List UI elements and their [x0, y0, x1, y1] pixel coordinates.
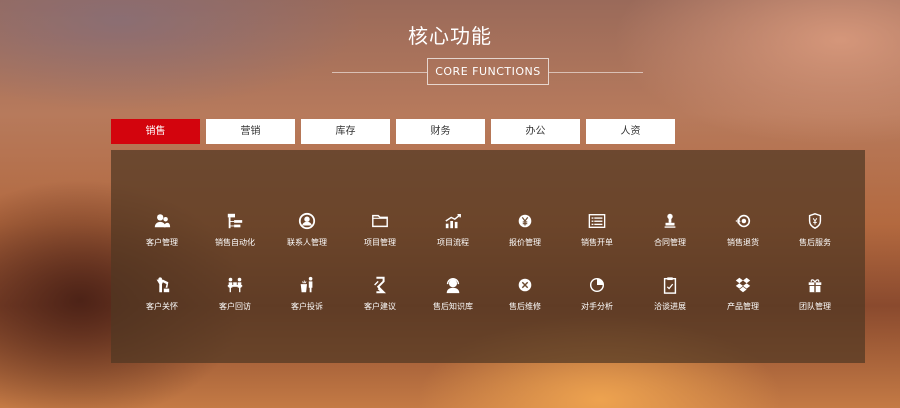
form-list-icon [560, 210, 634, 232]
care-icon [125, 274, 199, 296]
feature-sales-automation[interactable]: 销售自动化 [198, 210, 272, 258]
complaint-icon [270, 274, 344, 296]
tab-sales[interactable]: 销售 [111, 119, 200, 144]
tab-hr[interactable]: 人资 [586, 119, 675, 144]
gift-icon [778, 274, 852, 296]
feature-customer-complaint[interactable]: 客户投诉 [270, 274, 344, 322]
feature-label: 报价管理 [509, 238, 541, 247]
feature-sales-order[interactable]: 销售开单 [560, 210, 634, 258]
feature-label: 洽谈进展 [654, 302, 686, 311]
feature-project-flow[interactable]: 项目流程 [416, 210, 490, 258]
feature-sales-return[interactable]: 销售退货 [706, 210, 780, 258]
feature-label: 销售开单 [581, 238, 613, 247]
pie-chart-icon [560, 274, 634, 296]
feature-label: 对手分析 [581, 302, 613, 311]
stamp-icon [633, 210, 707, 232]
tools-icon [488, 274, 562, 296]
yen-icon [488, 210, 562, 232]
subtitle-box: CORE FUNCTIONS [427, 58, 549, 85]
feature-label: 售后知识库 [433, 302, 473, 311]
feature-label: 销售退货 [727, 238, 759, 247]
feature-customer-care[interactable]: 客户关怀 [125, 274, 199, 322]
feature-panel: 客户管理 销售自动化 联系人管理 项目管理 项目流程 报价管理 销售开单 合同管… [111, 150, 865, 363]
suggestion-icon [343, 274, 417, 296]
feature-customer-suggestion[interactable]: 客户建议 [343, 274, 417, 322]
subtitle-line-left [332, 72, 427, 73]
feature-label: 项目管理 [364, 238, 396, 247]
feature-label: 客户回访 [219, 302, 251, 311]
contact-icon [270, 210, 344, 232]
feature-label: 客户投诉 [291, 302, 323, 311]
feature-knowledge-base[interactable]: 售后知识库 [416, 274, 490, 322]
feature-product-management[interactable]: 产品管理 [706, 274, 780, 322]
visit-icon [198, 274, 272, 296]
feature-label: 联系人管理 [287, 238, 327, 247]
feature-competitor-analysis[interactable]: 对手分析 [560, 274, 634, 322]
feature-after-sales-repair[interactable]: 售后维修 [488, 274, 562, 322]
folder-icon [343, 210, 417, 232]
users-icon [125, 210, 199, 232]
feature-team-management[interactable]: 团队管理 [778, 274, 852, 322]
org-chart-icon [198, 210, 272, 232]
feature-quote-management[interactable]: 报价管理 [488, 210, 562, 258]
growth-chart-icon [416, 210, 490, 232]
feature-label: 客户关怀 [146, 302, 178, 311]
feature-customer-visit[interactable]: 客户回访 [198, 274, 272, 322]
feature-customer-management[interactable]: 客户管理 [125, 210, 199, 258]
dropbox-icon [706, 274, 780, 296]
feature-label: 客户管理 [146, 238, 178, 247]
feature-label: 客户建议 [364, 302, 396, 311]
feature-after-sales-service[interactable]: 售后服务 [778, 210, 852, 258]
support-agent-icon [416, 274, 490, 296]
tab-office[interactable]: 办公 [491, 119, 580, 144]
tab-marketing[interactable]: 营销 [206, 119, 295, 144]
shield-icon [778, 210, 852, 232]
clipboard-icon [633, 274, 707, 296]
subtitle-line-right [549, 72, 643, 73]
tab-inventory[interactable]: 库存 [301, 119, 390, 144]
tab-finance[interactable]: 财务 [396, 119, 485, 144]
feature-label: 团队管理 [799, 302, 831, 311]
feature-label: 售后服务 [799, 238, 831, 247]
feature-contract-management[interactable]: 合同管理 [633, 210, 707, 258]
feature-contact-management[interactable]: 联系人管理 [270, 210, 344, 258]
feature-project-management[interactable]: 项目管理 [343, 210, 417, 258]
feature-label: 项目流程 [437, 238, 469, 247]
feature-label: 销售自动化 [215, 238, 255, 247]
page-title: 核心功能 [408, 24, 492, 48]
feature-label: 合同管理 [654, 238, 686, 247]
return-icon [706, 210, 780, 232]
feature-label: 售后维修 [509, 302, 541, 311]
feature-label: 产品管理 [727, 302, 759, 311]
feature-negotiation-progress[interactable]: 洽谈进展 [633, 274, 707, 322]
